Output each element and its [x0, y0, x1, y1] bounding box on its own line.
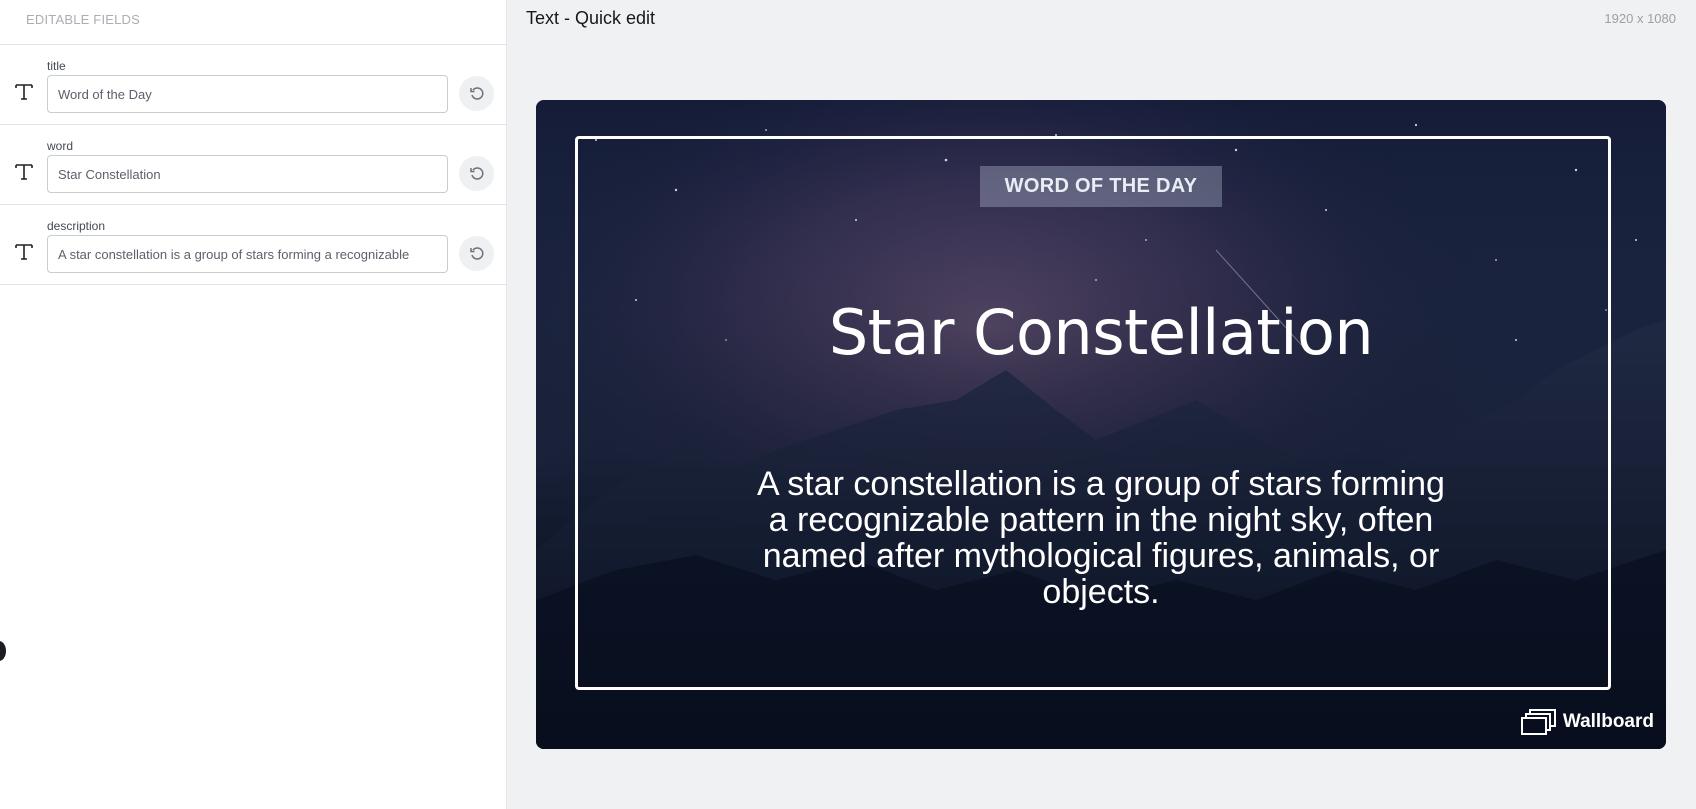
slide-preview[interactable]: WORD OF THE DAY Star Constellation A sta… [536, 100, 1666, 749]
field-label-description: description [47, 219, 106, 233]
wallboard-brand: Wallboard [1520, 709, 1654, 735]
panel-header: EDITABLE FIELDS [0, 0, 506, 45]
word-input[interactable] [47, 155, 448, 193]
field-label-word: word [47, 139, 74, 153]
reset-description-button[interactable] [459, 236, 494, 271]
word-description: A star constellation is a group of stars… [757, 465, 1445, 611]
undo-icon [469, 166, 484, 180]
undo-icon [469, 86, 484, 100]
field-row-description: description [0, 205, 506, 285]
text-type-icon [15, 244, 33, 260]
resolution-label: 1920 x 1080 [1604, 11, 1676, 26]
field-row-word: word [0, 125, 506, 205]
panel-resize-handle[interactable] [0, 641, 6, 661]
word-of-the-day-badge: WORD OF THE DAY [980, 166, 1222, 207]
wallboard-logo-icon [1520, 709, 1556, 735]
reset-word-button[interactable] [459, 156, 494, 191]
undo-icon [469, 246, 484, 260]
word-heading: Star Constellation [828, 296, 1374, 369]
text-type-icon [15, 84, 33, 100]
field-label-title: title [47, 59, 66, 73]
editable-fields-panel: EDITABLE FIELDS title word description [0, 0, 507, 809]
text-type-icon [15, 164, 33, 180]
description-input[interactable] [47, 235, 448, 273]
brand-name: Wallboard [1562, 711, 1654, 732]
reset-title-button[interactable] [459, 76, 494, 111]
editor-title: Text - Quick edit [526, 8, 656, 28]
title-input[interactable] [47, 75, 448, 113]
field-row-title: title [0, 45, 506, 125]
